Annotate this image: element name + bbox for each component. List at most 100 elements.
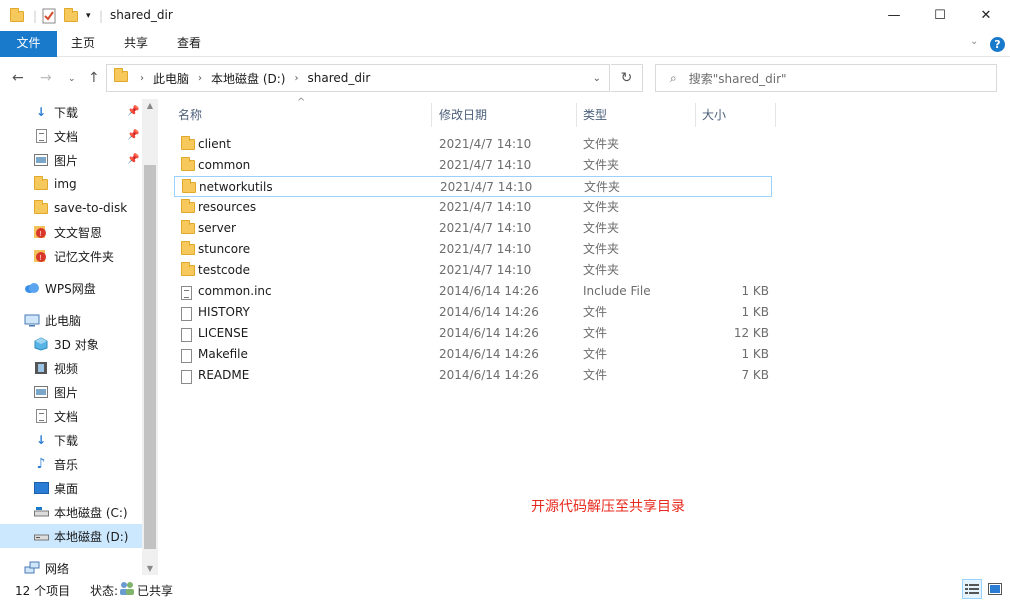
table-row[interactable]: testcode 2021/4/7 14:10 文件夹: [174, 260, 772, 281]
sidebar-item-drive-d[interactable]: 本地磁盘 (D:): [0, 524, 142, 548]
sidebar-item-label: save-to-disk: [54, 201, 128, 215]
file-type: 文件夹: [583, 137, 620, 151]
file-size: [709, 239, 769, 260]
pin-icon[interactable]: 📌: [127, 154, 139, 165]
pin-icon[interactable]: 📌: [127, 106, 139, 117]
status-bar: 12 个项目 状态: 已共享: [0, 575, 1010, 602]
table-row[interactable]: common.inc 2014/6/14 14:26 Include File 1 K…: [174, 281, 772, 302]
ribbon-tabs: 文件 主页 共享 查看 ⌄ ?: [0, 31, 1010, 57]
file-date: 2021/4/7 14:10: [439, 221, 532, 235]
separator: |: [99, 9, 104, 23]
breadcrumb-shared-dir[interactable]: shared_dir: [307, 71, 370, 85]
sidebar-scrollbar[interactable]: ▲ ▼: [142, 99, 158, 575]
sidebar-item-label: 下载: [54, 105, 79, 120]
folder-icon: [181, 220, 195, 237]
table-row[interactable]: stuncore 2021/4/7 14:10 文件夹: [174, 239, 772, 260]
sidebar-item-label: 下载: [54, 433, 79, 448]
properties-icon[interactable]: [42, 7, 56, 25]
sidebar-item-drive-c[interactable]: 本地磁盘 (C:): [0, 500, 142, 524]
file-icon: [181, 328, 192, 345]
column-header-name[interactable]: 名称: [172, 103, 432, 127]
large-icons-view-icon[interactable]: [985, 579, 1005, 599]
tab-file[interactable]: 文件: [0, 31, 57, 57]
breadcrumb-drive-d[interactable]: 本地磁盘 (D:): [211, 70, 285, 87]
scroll-up-icon[interactable]: ▲: [142, 101, 158, 110]
sidebar-item-network[interactable]: 网络: [0, 556, 142, 575]
file-type: 文件夹: [584, 180, 621, 194]
table-row[interactable]: resources 2021/4/7 14:10 文件夹: [174, 197, 772, 218]
table-row[interactable]: server 2021/4/7 14:10 文件夹: [174, 218, 772, 239]
sidebar-item-documents[interactable]: 文档: [0, 124, 142, 148]
refresh-icon[interactable]: ↻: [611, 64, 643, 92]
sidebar-item-3d-objects[interactable]: 3D 对象: [0, 332, 142, 356]
sidebar-item-pc-downloads[interactable]: ↓ 下载: [0, 428, 142, 452]
sidebar-item-this-pc[interactable]: 此电脑: [0, 308, 142, 332]
sidebar-item-pc-pictures[interactable]: 图片: [0, 380, 142, 404]
forward-arrow-icon[interactable]: →: [40, 70, 52, 86]
file-name: testcode: [198, 263, 250, 277]
help-icon[interactable]: ?: [990, 37, 1005, 52]
tab-share[interactable]: 共享: [113, 31, 159, 57]
file-type: 文件夹: [583, 263, 620, 277]
chevron-right-icon[interactable]: ›: [294, 73, 298, 84]
file-type: 文件: [583, 347, 608, 361]
folder-icon: [10, 7, 24, 25]
file-date: 2014/6/14 14:26: [439, 326, 539, 340]
tab-home[interactable]: 主页: [60, 31, 106, 57]
sidebar-item-wps-cloud[interactable]: WPS网盘: [0, 276, 142, 300]
up-arrow-icon[interactable]: ↑: [88, 70, 100, 86]
address-bar[interactable]: › 此电脑 › 本地磁盘 (D:) › shared_dir ⌄: [106, 64, 610, 92]
tab-view[interactable]: 查看: [166, 31, 212, 57]
sidebar-item-label: 文档: [54, 129, 79, 144]
pin-icon[interactable]: 📌: [127, 130, 139, 141]
sidebar-item-label: 文档: [54, 409, 79, 424]
chevron-down-icon[interactable]: ⌄: [593, 73, 601, 84]
sidebar-item-img[interactable]: img: [0, 172, 142, 196]
scrollbar-thumb[interactable]: [144, 165, 156, 549]
table-row[interactable]: Makefile 2014/6/14 14:26 文件 1 KB: [174, 344, 772, 365]
details-view-icon[interactable]: [962, 579, 982, 599]
column-header-date[interactable]: 修改日期: [433, 103, 577, 127]
search-input[interactable]: ⌕ 搜索"shared_dir": [655, 64, 997, 92]
file-name: common: [198, 158, 251, 172]
recent-locations-icon[interactable]: ⌄: [68, 74, 76, 84]
table-row[interactable]: client 2021/4/7 14:10 文件夹: [174, 134, 772, 155]
file-date: 2014/6/14 14:26: [439, 305, 539, 319]
minimize-button[interactable]: —: [871, 0, 917, 31]
table-row[interactable]: LICENSE 2014/6/14 14:26 文件 12 KB: [174, 323, 772, 344]
sidebar-item-music[interactable]: ♪ 音乐: [0, 452, 142, 476]
new-folder-icon[interactable]: [64, 7, 78, 25]
file-name: Makefile: [198, 347, 248, 361]
svg-text:!: !: [40, 255, 42, 262]
file-type: Include File: [583, 284, 651, 298]
table-row[interactable]: README 2014/6/14 14:26 文件 7 KB: [174, 365, 772, 386]
sidebar-item-pictures[interactable]: 图片: [0, 148, 142, 172]
sidebar-item-label: WPS网盘: [45, 281, 96, 296]
sidebar-item-pc-documents[interactable]: 文档: [0, 404, 142, 428]
sidebar-item-wenwen[interactable]: ! 文文智恩: [0, 220, 142, 244]
table-row[interactable]: networkutils 2021/4/7 14:10 文件夹: [174, 176, 772, 197]
sidebar-item-downloads[interactable]: ↓ 下载: [0, 100, 142, 124]
back-arrow-icon[interactable]: ←: [12, 70, 24, 86]
column-header-type[interactable]: 类型: [577, 103, 696, 127]
chevron-right-icon[interactable]: ›: [198, 73, 202, 84]
column-header-size[interactable]: 大小: [696, 103, 776, 127]
table-row[interactable]: HISTORY 2014/6/14 14:26 文件 1 KB: [174, 302, 772, 323]
drive-icon: [33, 529, 49, 543]
sidebar-item-videos[interactable]: 视频: [0, 356, 142, 380]
search-placeholder: 搜索"shared_dir": [688, 71, 787, 86]
scroll-down-icon[interactable]: ▼: [142, 564, 158, 573]
sidebar-item-memory-folder[interactable]: ! 记忆文件夹: [0, 244, 142, 268]
sidebar-item-save-to-disk[interactable]: save-to-disk: [0, 196, 142, 220]
sidebar-item-label: img: [54, 177, 77, 191]
customize-quick-access-icon[interactable]: ▾: [86, 7, 91, 25]
table-row[interactable]: common 2021/4/7 14:10 文件夹: [174, 155, 772, 176]
file-type: 文件: [583, 368, 608, 382]
sidebar-item-desktop[interactable]: 桌面: [0, 476, 142, 500]
close-button[interactable]: ✕: [963, 0, 1009, 31]
maximize-button[interactable]: ☐: [917, 0, 963, 31]
expand-ribbon-icon[interactable]: ⌄: [970, 36, 978, 47]
breadcrumb-this-pc[interactable]: 此电脑: [153, 70, 189, 87]
file-name: server: [198, 221, 236, 235]
chevron-right-icon[interactable]: ›: [140, 73, 144, 84]
